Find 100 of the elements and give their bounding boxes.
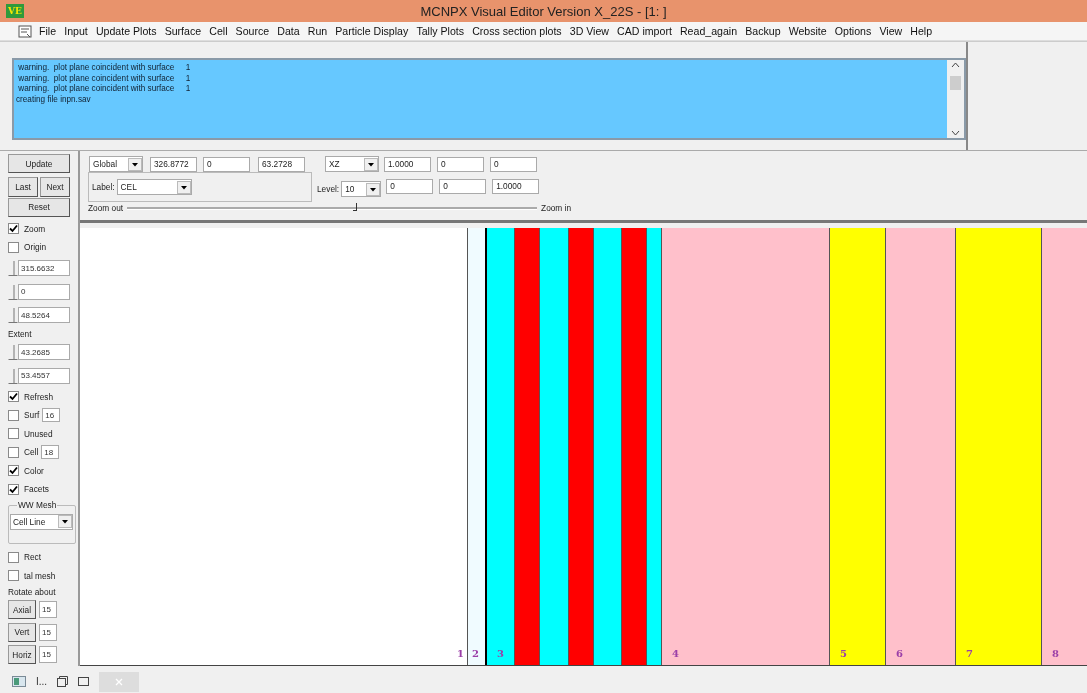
- menu-item[interactable]: 3D View: [565, 25, 614, 37]
- restore-icon[interactable]: [57, 676, 69, 687]
- menu-item[interactable]: Input: [60, 25, 92, 37]
- cell-label: 8: [1052, 648, 1059, 659]
- input-field[interactable]: 1.0000: [492, 178, 540, 194]
- menu-item[interactable]: Data: [273, 25, 304, 37]
- input-field[interactable]: 15: [39, 601, 57, 619]
- checkbox[interactable]: [8, 428, 19, 440]
- slider-handle-icon[interactable]: [8, 367, 18, 384]
- checkbox-label: tal mesh: [24, 570, 56, 581]
- scrollbar-thumb[interactable]: [950, 76, 961, 90]
- menu-item[interactable]: Cell: [205, 25, 232, 37]
- window-icon[interactable]: [12, 676, 26, 687]
- slider-handle-icon[interactable]: [8, 307, 18, 323]
- input-field[interactable]: 0: [18, 283, 70, 300]
- section-label: Extent: [8, 328, 32, 339]
- cell-label: 3: [497, 648, 504, 659]
- checkbox[interactable]: [8, 241, 19, 253]
- cell-label: 7: [966, 648, 973, 659]
- menu-item[interactable]: Surface: [160, 25, 206, 37]
- menu-item[interactable]: Options: [830, 25, 876, 37]
- menu-item[interactable]: Cross section plots: [468, 25, 566, 37]
- dropdown[interactable]: 10: [341, 181, 382, 197]
- checkbox[interactable]: [8, 570, 19, 582]
- scrollbar[interactable]: [947, 60, 964, 138]
- input-field[interactable]: 53.4557: [18, 367, 70, 384]
- document-icon[interactable]: [18, 24, 32, 38]
- dropdown[interactable]: XZ: [325, 156, 379, 172]
- input-field[interactable]: 0: [386, 178, 434, 194]
- dropdown[interactable]: CEL: [116, 179, 192, 195]
- menu-item[interactable]: Update Plots: [91, 25, 161, 37]
- menu-item[interactable]: Backup: [741, 25, 785, 37]
- button[interactable]: Next: [40, 176, 70, 197]
- input-field[interactable]: 48.5264: [18, 307, 70, 323]
- cell-label: 6: [896, 648, 903, 659]
- checkbox[interactable]: [8, 391, 19, 402]
- zoom-slider[interactable]: [127, 206, 538, 210]
- menu-item[interactable]: Read_again: [675, 25, 742, 37]
- slider-handle-icon[interactable]: [8, 260, 18, 277]
- slider-label: Zoom out: [88, 203, 124, 213]
- checkbox[interactable]: [8, 551, 19, 563]
- checkbox-label: Zoom: [24, 223, 46, 234]
- checkbox[interactable]: [8, 223, 19, 235]
- button[interactable]: Horiz: [8, 645, 36, 665]
- taskbar-item[interactable]: I...: [36, 676, 48, 687]
- button[interactable]: Last: [8, 176, 38, 197]
- checkbox-label: Surf: [24, 410, 40, 421]
- window-title: MCNPX Visual Editor Version X_22S - [1: ]: [419, 3, 668, 19]
- dropdown[interactable]: Cell Line: [10, 513, 73, 530]
- scroll-down-icon[interactable]: [951, 130, 960, 136]
- checkbox-label: Origin: [24, 242, 47, 253]
- input-field[interactable]: 63.2728: [258, 156, 305, 172]
- section-label: Rotate about: [8, 586, 56, 597]
- button[interactable]: Axial: [8, 600, 36, 620]
- menu-item[interactable]: Tally Plots: [412, 25, 469, 37]
- checkbox-label: Refresh: [24, 391, 54, 402]
- field-label: Level:: [317, 184, 340, 194]
- log-line: warning. plot plane coincident with surface 1: [17, 63, 192, 74]
- input-field[interactable]: 15: [39, 623, 57, 641]
- checkbox[interactable]: [8, 446, 19, 458]
- slider-handle-icon[interactable]: [8, 344, 18, 361]
- input-field[interactable]: 16: [42, 408, 61, 423]
- cell-label: 2: [472, 648, 479, 659]
- checkbox-label: Unused: [24, 428, 53, 439]
- input-field[interactable]: 315.6632: [18, 260, 70, 277]
- input-field[interactable]: 326.8772: [150, 156, 197, 172]
- checkbox[interactable]: [8, 483, 19, 495]
- maximize-icon[interactable]: [78, 677, 90, 686]
- input-field[interactable]: 0: [437, 156, 484, 172]
- menu-item[interactable]: Source: [231, 25, 274, 37]
- checkbox-label: Cell: [24, 447, 39, 458]
- menu-item[interactable]: Website: [784, 25, 831, 37]
- checkbox-label: Color: [24, 465, 44, 476]
- menu-item[interactable]: File: [35, 25, 61, 37]
- checkbox[interactable]: [8, 465, 19, 477]
- input-field[interactable]: 43.2685: [18, 344, 70, 361]
- button[interactable]: Update: [8, 154, 70, 173]
- checkbox-label: Facets: [24, 484, 49, 495]
- button[interactable]: Reset: [8, 197, 70, 217]
- scroll-up-icon[interactable]: [951, 62, 960, 68]
- group-title: WW Mesh: [17, 499, 58, 510]
- input-field[interactable]: 0: [490, 156, 537, 172]
- slider-handle-icon[interactable]: [8, 283, 18, 300]
- app-logo: VE: [6, 4, 24, 18]
- menu-item[interactable]: View: [875, 25, 907, 37]
- input-field[interactable]: 18: [41, 445, 60, 460]
- log-line: warning. plot plane coincident with surface 1: [17, 84, 192, 95]
- input-field[interactable]: 15: [39, 646, 57, 664]
- checkbox[interactable]: [8, 409, 19, 421]
- slider-thumb[interactable]: [352, 202, 357, 211]
- button[interactable]: Vert: [8, 622, 36, 642]
- input-field[interactable]: 1.0000: [384, 156, 431, 172]
- menu-item[interactable]: Run: [303, 25, 332, 37]
- input-field[interactable]: 0: [439, 178, 487, 194]
- menu-item[interactable]: Help: [906, 25, 937, 37]
- menu-item[interactable]: CAD import: [613, 25, 676, 37]
- input-field[interactable]: 0: [203, 156, 250, 172]
- checkbox-label: Rect: [24, 552, 42, 563]
- dropdown[interactable]: Global: [89, 156, 143, 172]
- menu-item[interactable]: Particle Display: [331, 25, 413, 37]
